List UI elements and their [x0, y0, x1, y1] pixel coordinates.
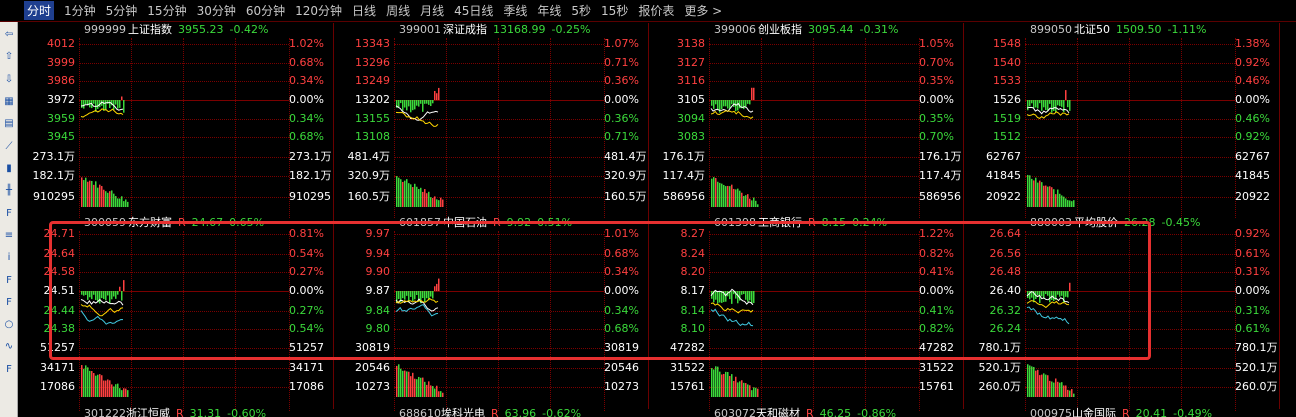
volume-bar	[1069, 390, 1071, 397]
bottom-panel-code: 000975	[1030, 407, 1072, 417]
flow-bar	[1061, 291, 1063, 296]
flow-bar	[1041, 291, 1043, 297]
flow-bar	[1049, 291, 1051, 303]
flow-bar	[1053, 291, 1055, 302]
volume-bar	[1047, 375, 1049, 397]
bottom-panel-name: 山金国际	[1072, 407, 1116, 417]
panel-header-603072[interactable]: 603072天和磁材 R 46.25 -0.86%	[714, 407, 896, 417]
volume-bar	[1045, 374, 1047, 397]
flow-bar	[1047, 291, 1049, 296]
bottom-panel-price: 20.41	[1135, 407, 1168, 417]
volume-bar	[1037, 369, 1039, 397]
volume-bar	[1059, 382, 1061, 397]
bottom-panel-price: 63.96	[504, 407, 537, 417]
volume-bar	[1049, 380, 1051, 397]
volume-bar	[1073, 393, 1075, 397]
volume-bar	[1035, 370, 1037, 397]
panel-header-000975[interactable]: 000975山金国际 R 20.41 -0.49%	[1030, 407, 1212, 417]
volume-bar	[1051, 381, 1053, 397]
bottom-panel-tag: R	[176, 407, 184, 417]
volume-bar	[1061, 382, 1063, 397]
volume-bar	[1053, 382, 1055, 397]
bottom-panel-name: 浙江恒威	[126, 407, 170, 417]
flow-bar	[1067, 291, 1069, 298]
flow-bar	[1065, 291, 1067, 297]
bottom-panel-pct: -0.60%	[227, 407, 267, 417]
volume-bar	[1031, 366, 1033, 397]
volume-bar	[1043, 373, 1045, 397]
volume-bar	[1067, 389, 1069, 397]
bottom-panel-code: 301222	[84, 407, 126, 417]
volume-bar	[1033, 366, 1035, 397]
volume-bar	[1039, 375, 1041, 397]
bottom-panel-pct: -0.49%	[1173, 407, 1213, 417]
volume-bar	[1029, 365, 1031, 397]
flow-bar	[1051, 291, 1053, 300]
volume-bar	[1063, 385, 1065, 397]
volume-bar	[1071, 389, 1073, 397]
bottom-panel-code: 603072	[714, 407, 756, 417]
bottom-panel-price: 31.31	[189, 407, 222, 417]
volume-bar	[1057, 381, 1059, 397]
bottom-panel-price: 46.25	[819, 407, 852, 417]
bottom-panel-pct: -0.86%	[857, 407, 897, 417]
flow-bar	[1057, 291, 1059, 295]
bottom-panel-tag: R	[1122, 407, 1130, 417]
flow-bar	[1045, 291, 1047, 295]
flow-bar	[1069, 282, 1071, 291]
volume-bar	[1041, 374, 1043, 397]
bottom-panel-tag: R	[491, 407, 499, 417]
bottom-panel-tag: R	[806, 407, 814, 417]
flow-bar	[1059, 291, 1061, 297]
volume-bar	[1065, 385, 1067, 397]
volume-bar	[1027, 364, 1029, 397]
panel-header-688610[interactable]: 688610埃科光电 R 63.96 -0.62%	[399, 407, 581, 417]
bottom-panel-code: 688610	[399, 407, 441, 417]
intraday-chart	[1026, 282, 1075, 397]
bottom-panel-name: 天和磁材	[756, 407, 800, 417]
volume-bar	[1055, 378, 1057, 397]
flow-bar	[1037, 291, 1039, 296]
ref-line	[1026, 306, 1070, 325]
bottom-panel-pct: -0.62%	[542, 407, 582, 417]
bottom-panel-name: 埃科光电	[441, 407, 485, 417]
panel-header-301222[interactable]: 301222浙江恒威 R 31.31 -0.60%	[84, 407, 266, 417]
